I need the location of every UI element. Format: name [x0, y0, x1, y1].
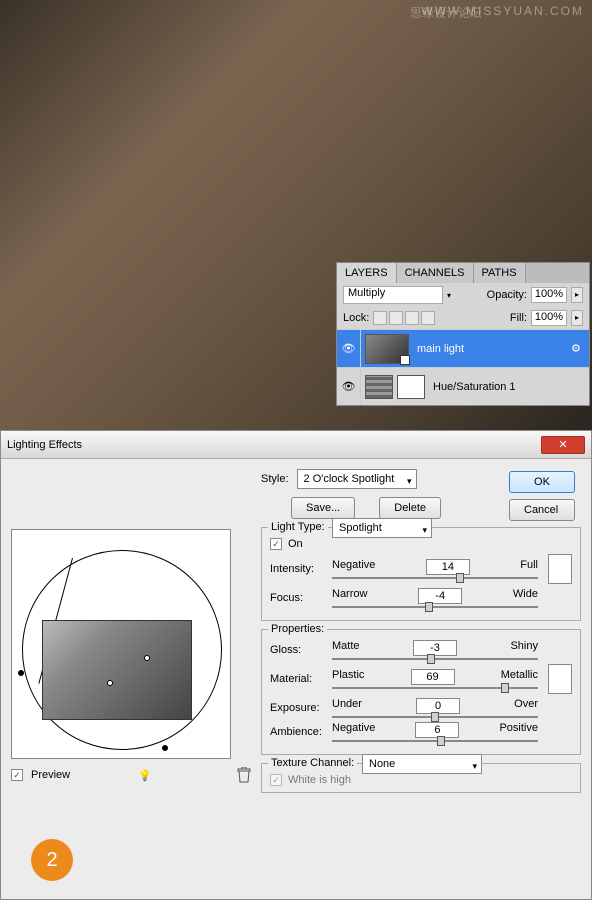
layer-thumbnail[interactable]	[365, 334, 409, 364]
texture-fieldset: Texture Channel: None White is high	[261, 763, 581, 793]
style-label: Style:	[261, 473, 289, 485]
adjustment-thumbnail[interactable]	[365, 375, 393, 399]
focus-left: Narrow	[332, 588, 367, 604]
intensity-right: Full	[520, 559, 538, 575]
light-type-select[interactable]: Spotlight	[332, 518, 432, 538]
light-type-label: Light Type:	[268, 521, 328, 533]
lighting-preview[interactable]	[11, 529, 231, 759]
gloss-value[interactable]	[413, 640, 457, 656]
layers-panel: LAYERS CHANNELS PATHS Multiply ▾ Opacity…	[336, 262, 590, 406]
filter-icon[interactable]: ⚙	[571, 342, 585, 356]
opacity-label: Opacity:	[487, 289, 527, 301]
preview-label: Preview	[31, 769, 70, 781]
smart-object-icon	[400, 355, 410, 365]
trash-icon[interactable]	[237, 767, 251, 783]
light-type-fieldset: Light Type: Spotlight On Intensity: Nega…	[261, 527, 581, 621]
dialog-title: Lighting Effects	[7, 439, 541, 451]
fill-field[interactable]: 100%	[531, 310, 567, 326]
ellipse-handle[interactable]	[18, 670, 24, 676]
exposure-slider[interactable]	[332, 716, 538, 718]
texture-channel-label: Texture Channel:	[268, 757, 357, 769]
opacity-arrow[interactable]: ▸	[571, 287, 583, 303]
lock-transparency-icon[interactable]	[373, 311, 387, 325]
dialog-titlebar[interactable]: Lighting Effects ✕	[1, 431, 591, 459]
preview-checkbox[interactable]	[11, 769, 23, 781]
focus-slider[interactable]	[332, 606, 538, 608]
ok-button[interactable]: OK	[509, 471, 575, 493]
light-center-handle[interactable]	[107, 680, 113, 686]
material-slider[interactable]	[332, 687, 538, 689]
tab-paths[interactable]: PATHS	[474, 263, 526, 283]
gloss-label: Gloss:	[270, 644, 326, 656]
step-badge: 2	[31, 839, 73, 881]
preview-image	[42, 620, 192, 720]
on-label: On	[288, 538, 303, 550]
layer-name[interactable]: Hue/Saturation 1	[429, 381, 589, 393]
gloss-slider[interactable]	[332, 658, 538, 660]
tab-channels[interactable]: CHANNELS	[397, 263, 474, 283]
lock-position-icon[interactable]	[405, 311, 419, 325]
cancel-button[interactable]: Cancel	[509, 499, 575, 521]
ambience-label: Ambience:	[270, 726, 326, 738]
material-label: Material:	[270, 673, 326, 685]
lock-pixels-icon[interactable]	[389, 311, 403, 325]
texture-channel-select[interactable]: None	[362, 754, 482, 774]
save-button[interactable]: Save...	[291, 497, 355, 519]
visibility-icon[interactable]: 👁	[337, 330, 361, 367]
focus-label: Focus:	[270, 592, 326, 604]
blend-mode-select[interactable]: Multiply	[343, 286, 443, 304]
ambience-slider[interactable]	[332, 740, 538, 742]
delete-button[interactable]: Delete	[379, 497, 441, 519]
style-select[interactable]: 2 O'clock Spotlight	[297, 469, 417, 489]
intensity-slider[interactable]	[332, 577, 538, 579]
white-high-label: White is high	[288, 774, 351, 786]
on-checkbox[interactable]	[270, 538, 282, 550]
focus-right: Wide	[513, 588, 538, 604]
light-color-swatch[interactable]	[548, 554, 572, 584]
layer-name[interactable]: main light	[413, 343, 571, 355]
white-high-checkbox	[270, 774, 282, 786]
close-icon[interactable]: ✕	[541, 436, 585, 454]
tab-layers[interactable]: LAYERS	[337, 263, 397, 283]
exposure-label: Exposure:	[270, 702, 326, 714]
mask-thumbnail[interactable]	[397, 375, 425, 399]
fill-label: Fill:	[510, 312, 527, 324]
intensity-label: Intensity:	[270, 563, 326, 575]
properties-label: Properties:	[268, 623, 327, 635]
lock-label: Lock:	[343, 312, 369, 324]
layer-row-hue-sat[interactable]: 👁 Hue/Saturation 1	[337, 367, 589, 405]
light-target-handle[interactable]	[144, 655, 150, 661]
lock-all-icon[interactable]	[421, 311, 435, 325]
panel-tabs: LAYERS CHANNELS PATHS	[337, 263, 589, 283]
lighting-effects-dialog: Lighting Effects ✕ OK Cancel Preview 💡	[0, 430, 592, 900]
visibility-icon[interactable]: 👁	[337, 368, 361, 405]
properties-fieldset: Properties: Gloss: MatteShiny Material: …	[261, 629, 581, 755]
watermark-url: WWW.MISSYUAN.COM	[421, 4, 584, 18]
material-value[interactable]	[411, 669, 455, 685]
new-light-icon[interactable]: 💡	[138, 769, 152, 782]
intensity-left: Negative	[332, 559, 375, 575]
layer-row-main-light[interactable]: 👁 main light ⚙	[337, 329, 589, 367]
ellipse-handle[interactable]	[162, 745, 168, 751]
ambient-color-swatch[interactable]	[548, 664, 572, 694]
fill-arrow[interactable]: ▸	[571, 310, 583, 326]
opacity-field[interactable]: 100%	[531, 287, 567, 303]
